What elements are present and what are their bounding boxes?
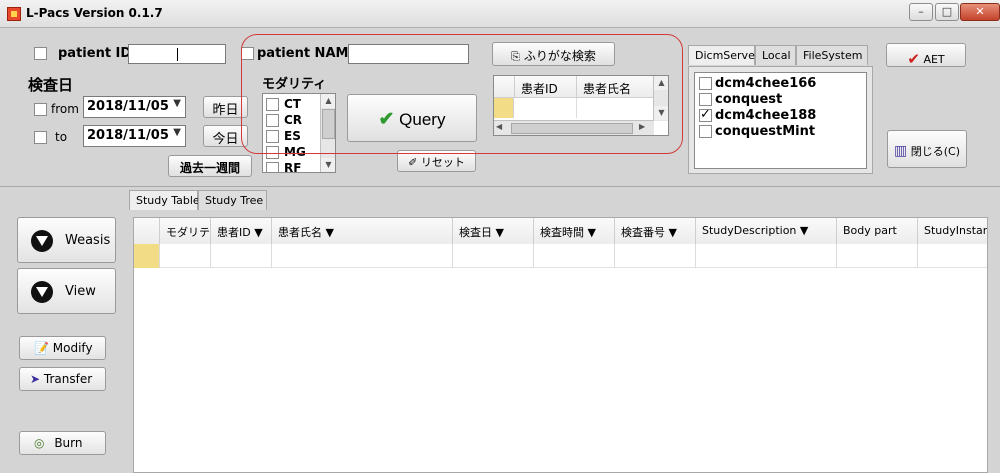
window-title: L-Pacs Version 0.1.7: [26, 6, 163, 20]
col-patient-id[interactable]: 患者ID ▼: [211, 218, 272, 244]
server-item-conquestmint[interactable]: conquestMint: [715, 124, 815, 139]
server-checkbox[interactable]: [699, 125, 712, 138]
col-patient-name[interactable]: 患者氏名 ▼: [272, 218, 453, 244]
weasis-button[interactable]: Weasis: [17, 217, 116, 263]
server-item-dcm4chee166[interactable]: dcm4chee166: [715, 76, 816, 91]
app-icon: [7, 7, 21, 21]
maximize-button[interactable]: □: [935, 3, 959, 21]
from-date-select[interactable]: 2018/11/05 ▼: [83, 96, 186, 118]
table-cell[interactable]: [615, 244, 696, 268]
reset-button-label: リセット: [420, 156, 465, 169]
table-cell[interactable]: [837, 244, 918, 268]
scroll-down-icon[interactable]: ▼: [321, 158, 335, 172]
tab-filesystem[interactable]: FileSystem: [796, 45, 868, 65]
minimize-button[interactable]: –: [909, 3, 933, 21]
view-logo-icon: [31, 281, 53, 303]
col-study-instance[interactable]: StudyInstanc: [918, 218, 987, 244]
close-window-button[interactable]: ✕: [960, 3, 1000, 21]
to-checkbox[interactable]: [34, 131, 47, 144]
header-corner: [134, 218, 160, 244]
table-cell[interactable]: [211, 244, 272, 268]
patient-id-input[interactable]: [128, 44, 226, 64]
highlight-annotation: [241, 34, 683, 154]
server-item-conquest[interactable]: conquest: [715, 92, 782, 107]
modality-rf-checkbox[interactable]: [266, 162, 279, 172]
to-label: to: [55, 130, 68, 144]
from-checkbox[interactable]: [34, 103, 47, 116]
burn-button-label: Burn: [54, 436, 83, 450]
section-divider: [0, 186, 1000, 187]
study-tabs: Study Table Study Tree: [129, 190, 269, 211]
burn-button[interactable]: ◎ Burn: [19, 431, 106, 455]
table-cell[interactable]: [534, 244, 615, 268]
tab-study-tree[interactable]: Study Tree: [198, 190, 267, 210]
send-arrow-icon: ➤: [30, 372, 41, 386]
view-button[interactable]: View: [17, 268, 116, 314]
col-exam-number[interactable]: 検査番号 ▼: [615, 218, 696, 244]
modality-rf-label: RF: [284, 161, 302, 173]
from-label: from: [51, 102, 79, 116]
aet-button-label: AET: [923, 53, 945, 66]
patient-id-checkbox[interactable]: [34, 47, 47, 60]
aet-button[interactable]: ✔ AET: [886, 43, 966, 68]
text-caret: [177, 48, 178, 61]
chevron-down-icon: ▼: [173, 98, 181, 109]
past-week-button[interactable]: 過去一週間: [168, 155, 252, 177]
study-table[interactable]: モダリティ 患者ID ▼ 患者氏名 ▼ 検査日 ▼ 検査時間 ▼ 検査番号 ▼ …: [133, 217, 988, 473]
col-exam-date[interactable]: 検査日 ▼: [453, 218, 534, 244]
tab-local[interactable]: Local: [755, 45, 796, 65]
modify-button-label: Modify: [52, 341, 93, 355]
modify-button[interactable]: 📝 Modify: [19, 336, 106, 360]
weasis-logo-icon: [31, 230, 53, 252]
view-button-label: View: [65, 284, 96, 299]
table-cell[interactable]: [453, 244, 534, 268]
col-exam-time[interactable]: 検査時間 ▼: [534, 218, 615, 244]
col-modality[interactable]: モダリティ: [160, 218, 211, 244]
table-cell[interactable]: [272, 244, 453, 268]
server-checkbox-checked[interactable]: [699, 107, 712, 122]
from-date-value: 2018/11/05: [87, 99, 169, 114]
col-body-part[interactable]: Body part: [837, 218, 918, 244]
to-date-select[interactable]: 2018/11/05 ▼: [83, 125, 186, 147]
title-bar: L-Pacs Version 0.1.7 – □ ✕: [0, 0, 1000, 28]
disc-icon: ◎: [34, 436, 45, 450]
chevron-down-icon: ▼: [173, 127, 181, 138]
table-cell[interactable]: [160, 244, 211, 268]
tab-study-table[interactable]: Study Table: [129, 190, 200, 210]
patient-id-label: patient ID: [58, 46, 132, 61]
table-row[interactable]: [134, 244, 987, 268]
row-marker: [134, 244, 160, 268]
server-panel: dcm4chee166 conquest dcm4chee188 conques…: [688, 66, 873, 174]
server-list[interactable]: dcm4chee166 conquest dcm4chee188 conques…: [694, 72, 867, 169]
close-button[interactable]: ▥ 閉じる(C): [887, 130, 967, 168]
col-study-description[interactable]: StudyDescription ▼: [696, 218, 837, 244]
exam-date-label: 検査日: [28, 76, 74, 94]
door-exit-icon: ▥: [894, 143, 908, 159]
server-checkbox[interactable]: [699, 93, 712, 106]
tab-dicmserver[interactable]: DicmServer: [688, 45, 759, 65]
table-cell[interactable]: [696, 244, 837, 268]
transfer-button-label: Transfer: [43, 372, 93, 386]
edit-document-icon: 📝: [34, 341, 49, 355]
server-tabs: DicmServer Local FileSystem: [688, 45, 868, 67]
transfer-button[interactable]: ➤ Transfer: [19, 367, 106, 391]
close-button-label: 閉じる(C): [910, 145, 960, 158]
to-date-value: 2018/11/05: [87, 128, 169, 143]
eraser-icon: ✐: [408, 156, 418, 169]
table-cell[interactable]: [918, 244, 987, 268]
server-checkbox[interactable]: [699, 77, 712, 90]
server-item-dcm4chee188[interactable]: dcm4chee188: [715, 108, 816, 123]
weasis-button-label: Weasis: [65, 233, 111, 248]
checkmark-icon: ✔: [907, 50, 920, 68]
